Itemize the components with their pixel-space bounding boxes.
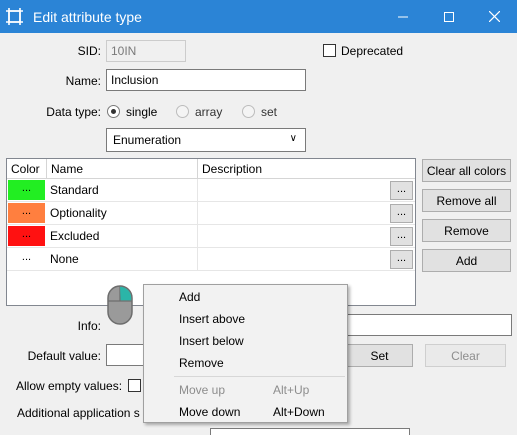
name-label: Name: (65, 74, 101, 88)
menu-separator (174, 376, 345, 377)
remove-all-button[interactable]: Remove all (422, 189, 511, 212)
table-row[interactable]: ... Optionality ... (7, 202, 415, 225)
default-value-label: Default value: (27, 349, 101, 363)
edit-description-button[interactable]: ... (390, 250, 413, 269)
datatype-set-label: set (261, 105, 278, 119)
menu-item-remove[interactable]: Remove (144, 352, 347, 374)
deprecated-checkbox[interactable] (323, 44, 336, 57)
chevron-down-icon: ∨ (289, 133, 297, 144)
menu-item-label: Remove (179, 356, 224, 370)
menu-item-insert-above[interactable]: Insert above (144, 308, 347, 330)
additional-application-label: Additional application s (17, 406, 140, 420)
title-bar: Edit attribute type (0, 0, 517, 33)
datatype-single-label: single (126, 105, 158, 119)
menu-item-insert-below[interactable]: Insert below (144, 330, 347, 352)
sid-field[interactable]: 10IN (106, 40, 186, 62)
color-swatch-button[interactable]: ... (8, 203, 45, 223)
table-row[interactable]: ... Excluded ... (7, 225, 415, 248)
default-value-field[interactable] (106, 344, 146, 366)
maximize-button[interactable] (426, 0, 472, 33)
datatype-array-radio[interactable] (176, 105, 189, 118)
maximize-icon (444, 11, 454, 22)
column-header-name[interactable]: Name (47, 159, 198, 179)
row-description[interactable] (197, 179, 391, 202)
datatype-single-radio[interactable] (107, 105, 120, 118)
menu-item-move-up[interactable]: Move up Alt+Up (144, 379, 347, 401)
menu-item-label: Move down (179, 405, 241, 419)
sid-label: SID: (77, 44, 101, 58)
subtype-dropdown[interactable]: Enumeration ∨ (106, 128, 306, 152)
menu-item-label: Insert above (179, 312, 246, 326)
column-header-description[interactable]: Description (198, 159, 415, 179)
color-swatch-button[interactable]: ... (8, 180, 45, 200)
name-field[interactable]: Inclusion (106, 69, 306, 91)
minimize-icon (398, 16, 408, 17)
menu-item-label: Move up (179, 383, 226, 397)
table-row[interactable]: ... Standard ... (7, 179, 415, 202)
allow-empty-label: Allow empty values: (16, 379, 123, 393)
clear-all-colors-button[interactable]: Clear all colors (422, 159, 511, 182)
row-description[interactable] (197, 202, 391, 225)
remove-button[interactable]: Remove (422, 219, 511, 242)
set-button[interactable]: Set (346, 344, 413, 367)
color-swatch-button[interactable]: ... (8, 226, 45, 246)
color-swatch-button[interactable]: ... (8, 249, 45, 269)
clear-button[interactable]: Clear (425, 344, 506, 367)
table-row[interactable]: ... None ... (7, 248, 415, 271)
deprecated-label: Deprecated (341, 44, 404, 58)
column-header-color[interactable]: Color (7, 159, 47, 179)
window-title: Edit attribute type (33, 9, 142, 25)
menu-item-shortcut: Alt+Up (273, 383, 310, 397)
datatype-label: Data type: (46, 105, 101, 119)
add-button[interactable]: Add (422, 249, 511, 272)
close-icon (488, 11, 500, 22)
row-name: Excluded (50, 229, 100, 243)
row-description[interactable] (197, 248, 391, 271)
row-description[interactable] (197, 225, 391, 248)
row-name: None (50, 252, 79, 266)
edit-description-button[interactable]: ... (390, 204, 413, 223)
info-label: Info: (77, 319, 101, 333)
datatype-set-radio[interactable] (242, 105, 255, 118)
menu-item-add[interactable]: Add (144, 286, 347, 308)
menu-item-label: Insert below (179, 334, 244, 348)
subtype-value: Enumeration (113, 133, 182, 147)
menu-item-label: Add (179, 290, 201, 304)
mouse-icon (107, 285, 133, 325)
datatype-array-label: array (195, 105, 223, 119)
menu-item-shortcut: Alt+Down (273, 405, 325, 419)
minimize-button[interactable] (380, 0, 426, 33)
close-button[interactable] (471, 0, 517, 33)
context-menu: Add Insert above Insert below Remove Mov… (143, 284, 348, 423)
info-field[interactable] (346, 314, 512, 336)
menu-item-move-down[interactable]: Move down Alt+Down (144, 401, 347, 423)
additional-application-field[interactable] (210, 428, 410, 435)
edit-description-button[interactable]: ... (390, 181, 413, 200)
edit-description-button[interactable]: ... (390, 227, 413, 246)
app-icon (6, 8, 23, 25)
row-name: Standard (50, 183, 99, 197)
row-name: Optionality (50, 206, 107, 220)
allow-empty-checkbox[interactable] (128, 379, 141, 392)
